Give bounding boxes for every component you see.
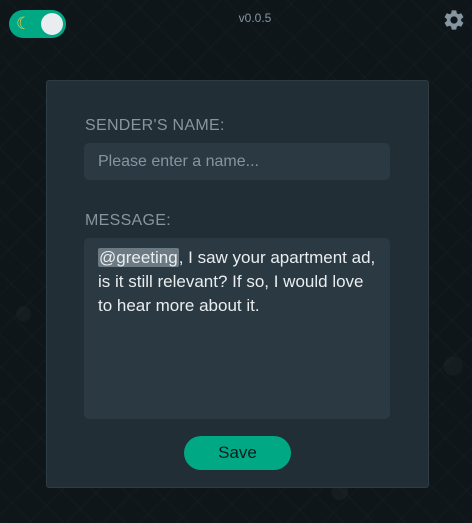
version-label: v0.0.5: [238, 11, 272, 25]
message-textarea[interactable]: @greeting, I saw your apartment ad, is i…: [84, 238, 390, 419]
gear-icon[interactable]: [442, 8, 466, 32]
greeting-token[interactable]: @greeting: [98, 248, 179, 267]
message-label: MESSAGE:: [85, 212, 171, 229]
sender-name-label: SENDER'S NAME:: [85, 117, 225, 134]
message-form-card: SENDER'S NAME: MESSAGE: @greeting, I saw…: [46, 80, 429, 488]
sender-name-input[interactable]: [84, 143, 390, 180]
save-button[interactable]: Save: [184, 436, 291, 470]
